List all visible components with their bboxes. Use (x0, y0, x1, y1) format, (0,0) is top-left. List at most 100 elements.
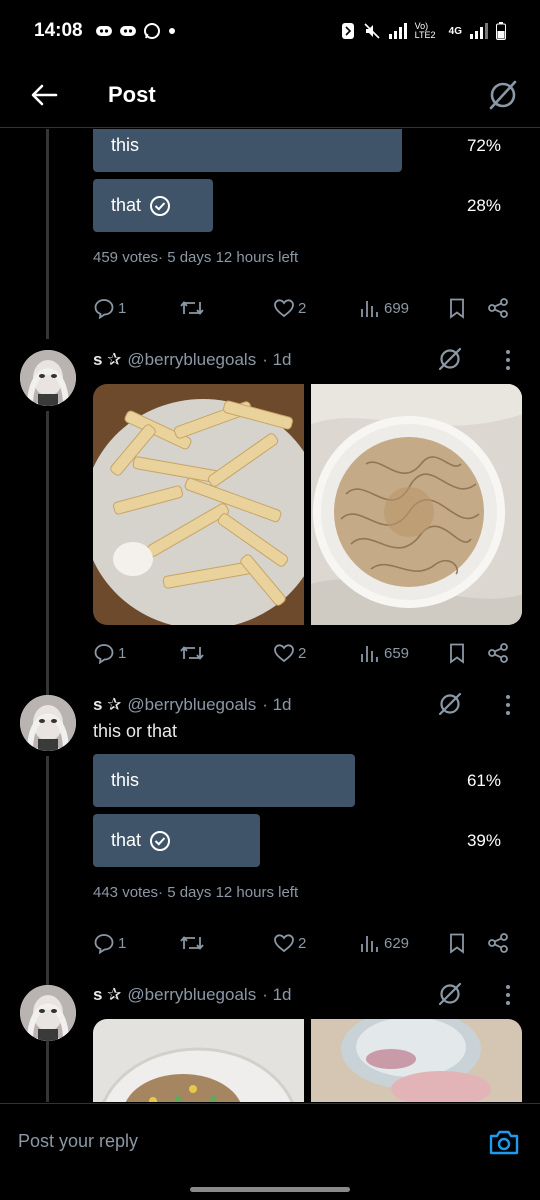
avatar-image (20, 695, 76, 751)
author-handle[interactable]: @berrybluegoals (127, 695, 256, 715)
discord-icon (95, 26, 112, 36)
reply-input[interactable] (18, 1131, 486, 1152)
reply-bar (0, 1103, 540, 1179)
poll-option[interactable]: that 39% (93, 814, 521, 867)
noodles-photo[interactable] (310, 384, 522, 625)
grok-button[interactable] (486, 78, 520, 112)
post-time: · 1d (262, 695, 292, 714)
like-icon (274, 644, 294, 663)
like-count: 2 (298, 934, 307, 952)
share-button[interactable] (487, 638, 509, 668)
camera-button[interactable] (486, 1124, 522, 1160)
share-button[interactable] (487, 928, 509, 958)
grok-icon[interactable] (437, 981, 463, 1007)
grok-icon (489, 80, 517, 109)
share-icon (488, 298, 508, 318)
poll-option-label: that (111, 830, 142, 850)
app-header: Post (0, 62, 540, 128)
poll-meta: 443 votes· 5 days 12 hours left (93, 884, 299, 901)
bookmark-button[interactable] (447, 638, 467, 668)
avatar-image (20, 350, 76, 406)
whatsapp-icon (143, 23, 160, 39)
poll-option[interactable]: that 28% (93, 179, 521, 232)
avatar[interactable] (20, 985, 76, 1041)
share-button[interactable] (487, 293, 509, 323)
repost-button[interactable] (179, 928, 205, 958)
fries-photo[interactable] (93, 384, 305, 625)
check-circle-icon (150, 195, 171, 216)
repost-button[interactable] (179, 293, 205, 323)
gesture-nav-handle[interactable] (190, 1187, 350, 1192)
author-handle[interactable]: @berrybluegoals (127, 350, 256, 370)
poll-percent: 61% (466, 770, 501, 790)
views-count: 699 (384, 299, 410, 317)
views-button[interactable]: 659 (359, 638, 409, 668)
like-button[interactable]: 2 (273, 293, 306, 323)
media-grid (93, 384, 522, 625)
views-count: 659 (384, 644, 410, 662)
poll-option[interactable]: this 61% (93, 754, 521, 807)
signal-icon (388, 23, 407, 39)
poll-percent: 39% (466, 830, 501, 850)
post-header: s ✰ @berrybluegoals · 1d (93, 346, 533, 372)
like-icon (274, 299, 294, 318)
views-button[interactable]: 699 (359, 293, 409, 323)
post-time: · 1d (262, 985, 292, 1004)
discord-icon (119, 26, 136, 36)
author-handle[interactable]: @berrybluegoals (127, 985, 256, 1005)
signal-icon-2 (470, 23, 488, 39)
bookmark-button[interactable] (447, 928, 467, 958)
author-name[interactable]: s ✰ (93, 695, 121, 715)
notification-icons (95, 22, 177, 40)
grok-icon[interactable] (437, 691, 463, 717)
back-arrow-icon (31, 84, 58, 105)
more-icon[interactable] (503, 983, 513, 1007)
back-button[interactable] (14, 70, 74, 120)
reply-button[interactable]: 1 (93, 928, 126, 958)
views-count: 629 (384, 934, 410, 952)
like-button[interactable]: 2 (273, 928, 306, 958)
lte-label: Vo) LTE2 (414, 21, 436, 40)
rice-bowl-photo[interactable] (93, 1019, 305, 1102)
bookmark-button[interactable] (447, 293, 467, 323)
poll-meta: 459 votes· 5 days 12 hours left (93, 249, 299, 266)
bookmark-icon (450, 933, 464, 954)
post-actions: 1 2 699 (93, 293, 521, 323)
system-icons: Vo) LTE2 4G (341, 22, 506, 40)
poll-option[interactable]: this 72% (93, 129, 521, 172)
thread-connector (46, 411, 49, 697)
reply-button[interactable]: 1 (93, 293, 126, 323)
dessert-photo[interactable] (310, 1019, 522, 1102)
more-icon[interactable] (503, 693, 513, 717)
like-button[interactable]: 2 (273, 638, 306, 668)
more-icon[interactable] (503, 348, 513, 372)
avatar-image (20, 985, 76, 1041)
poll-option-label: that (111, 195, 142, 215)
thread-connector (46, 1046, 49, 1102)
share-icon (488, 933, 508, 953)
reply-icon (94, 644, 114, 664)
views-icon (361, 936, 378, 952)
media-grid (93, 1019, 522, 1102)
avatar[interactable] (20, 695, 76, 751)
repost-button[interactable] (179, 638, 205, 668)
thread-feed[interactable]: this 72% that 28% 459 votes· 5 days 12 h… (0, 129, 540, 1102)
bookmark-icon (450, 298, 464, 319)
share-icon (488, 643, 508, 663)
avatar[interactable] (20, 350, 76, 406)
grok-icon[interactable] (437, 346, 463, 372)
fries-image (93, 384, 305, 625)
post-header: s ✰ @berrybluegoals · 1d (93, 691, 533, 717)
noodles-image (310, 384, 522, 625)
dessert-image (310, 1019, 522, 1102)
reply-count: 1 (118, 644, 127, 662)
views-button[interactable]: 629 (359, 928, 409, 958)
author-name[interactable]: s ✰ (93, 350, 121, 370)
poll-percent: 72% (466, 135, 501, 155)
post-header: s ✰ @berrybluegoals · 1d (93, 981, 533, 1007)
author-name[interactable]: s ✰ (93, 985, 121, 1005)
reply-button[interactable]: 1 (93, 638, 126, 668)
repost-icon (180, 936, 204, 950)
poll-percent: 28% (466, 195, 501, 215)
post-actions: 1 2 659 (93, 638, 521, 668)
